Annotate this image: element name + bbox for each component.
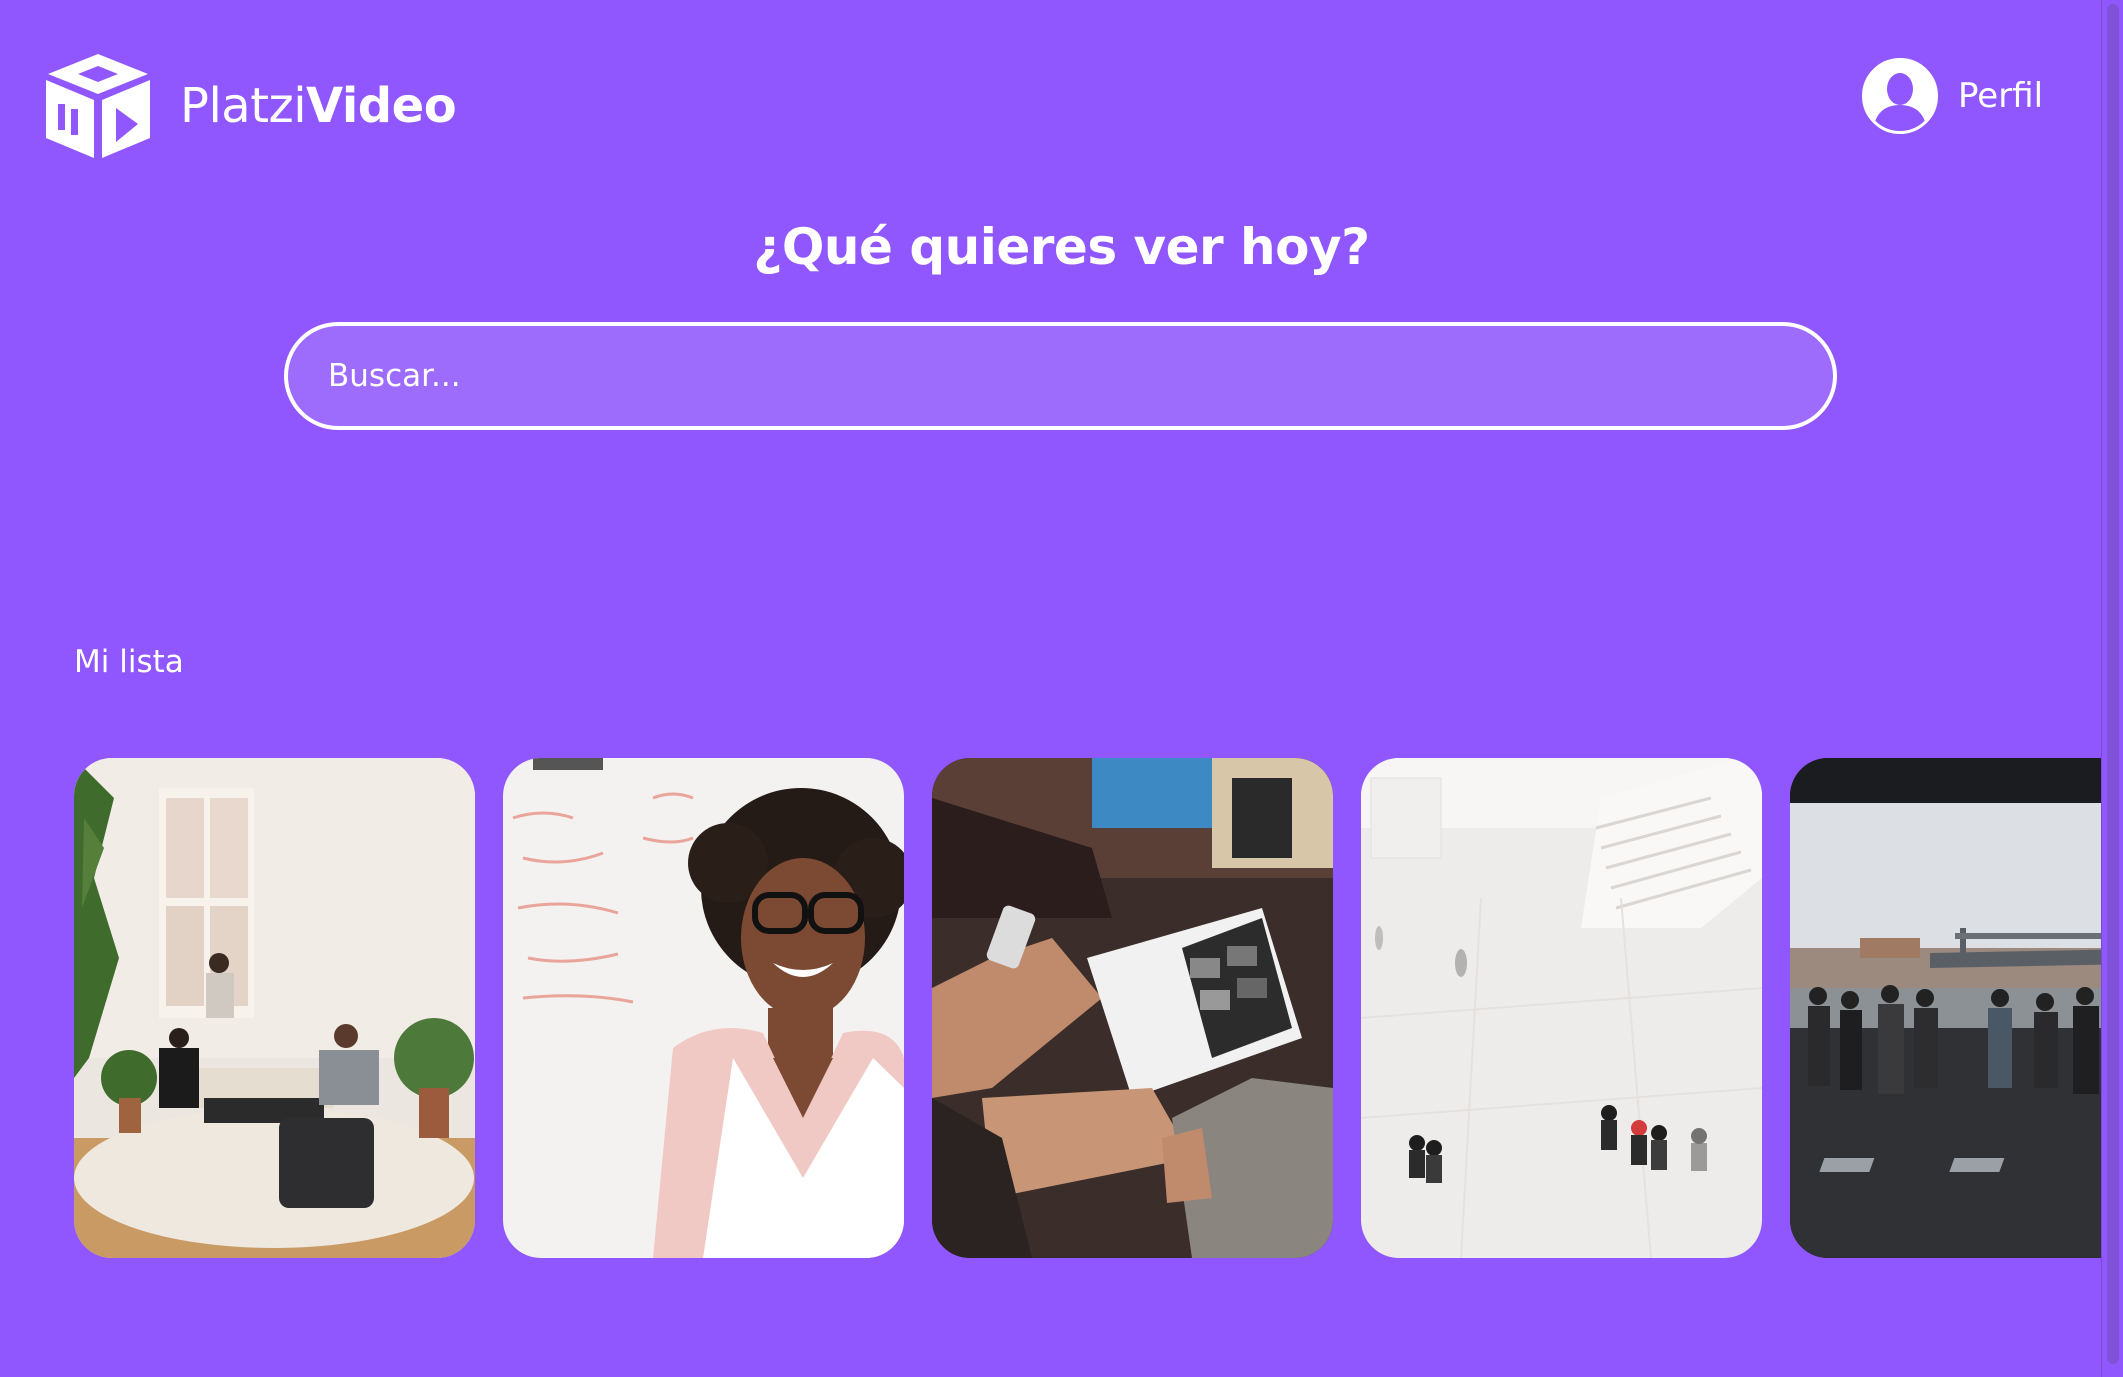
carousel-item[interactable] bbox=[1790, 758, 2123, 1258]
smiling-woman-thumbnail bbox=[503, 758, 904, 1258]
profile-menu[interactable]: Perfil bbox=[1862, 58, 2043, 134]
living-room-thumbnail bbox=[74, 758, 475, 1258]
profile-label: Perfil bbox=[1958, 76, 2044, 116]
top-header: PlatziVideo Perfil bbox=[0, 0, 2100, 210]
page: PlatziVideo Perfil ¿Qué quieres ver hoy?… bbox=[0, 0, 2123, 1377]
carousel-item[interactable] bbox=[1361, 758, 1762, 1258]
brand-logo[interactable]: PlatziVideo bbox=[42, 52, 457, 160]
scrollbar-thumb[interactable] bbox=[2107, 4, 2119, 1364]
carousel-item[interactable] bbox=[503, 758, 904, 1258]
user-avatar-icon bbox=[1862, 58, 1938, 134]
section-title-my-list: Mi lista bbox=[74, 644, 184, 680]
white-plaza-thumbnail bbox=[1361, 758, 1762, 1258]
reading-magazine-thumbnail bbox=[932, 758, 1333, 1258]
search-input[interactable] bbox=[284, 322, 1837, 430]
cube-video-icon bbox=[46, 54, 150, 158]
page-title: ¿Qué quieres ver hoy? bbox=[753, 218, 1370, 276]
harbor-view-thumbnail bbox=[1790, 758, 2123, 1258]
carousel-track bbox=[74, 758, 2123, 1258]
brand-name: PlatziVideo bbox=[180, 78, 457, 134]
search-container bbox=[284, 322, 1837, 430]
carousel-item[interactable] bbox=[74, 758, 475, 1258]
page-scrollbar[interactable] bbox=[2101, 0, 2123, 1377]
my-list-carousel bbox=[74, 758, 2123, 1258]
carousel-item[interactable] bbox=[932, 758, 1333, 1258]
